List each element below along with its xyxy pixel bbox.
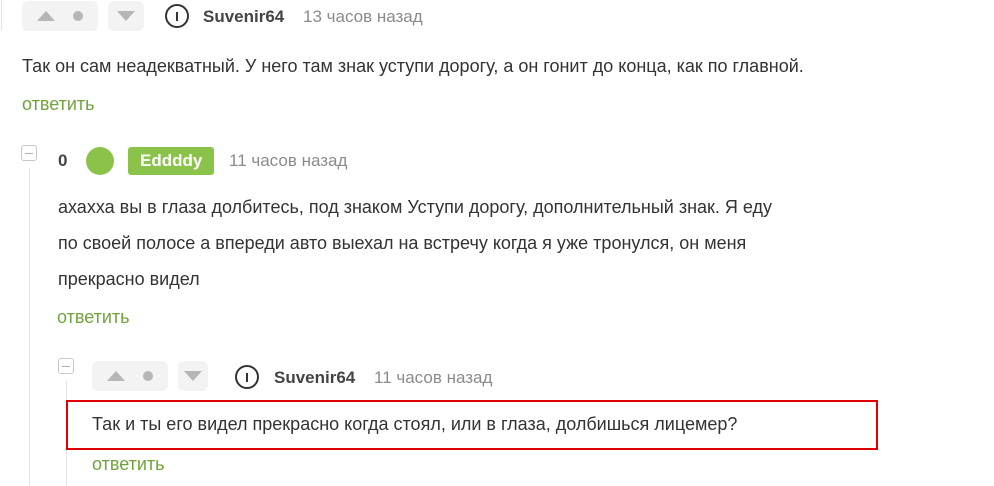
comment-text: Так он сам неадекватный. У него там знак… <box>22 56 804 76</box>
vote-dot-icon <box>143 371 153 381</box>
user-avatar-icon[interactable] <box>235 365 259 389</box>
collapse-button[interactable] <box>58 358 74 374</box>
downvote-button[interactable] <box>108 1 144 31</box>
user-avatar[interactable] <box>86 147 114 175</box>
comment-time[interactable]: 11 часов назад <box>229 151 347 171</box>
author-badge[interactable]: Eddddy <box>128 147 215 175</box>
comment-time[interactable]: 11 часов назад <box>374 368 492 388</box>
thread-line <box>1 0 2 30</box>
reply-link[interactable]: ответить <box>57 307 130 328</box>
comment-text-line: по своей полосе а впереди авто выехал на… <box>58 233 747 253</box>
vote-group <box>22 1 98 31</box>
upvote-icon[interactable] <box>37 11 55 21</box>
thread-line <box>29 168 30 486</box>
vote-bar <box>92 361 208 391</box>
collapse-button[interactable] <box>21 145 37 161</box>
upvote-icon[interactable] <box>107 371 125 381</box>
comment-text-line: прекрасно видел <box>58 269 200 289</box>
vote-dot-icon <box>73 11 83 21</box>
downvote-button[interactable] <box>178 361 208 391</box>
comment-text-line: ахахха вы в глаза долбитесь, под знаком … <box>58 197 773 217</box>
comment-rating: 0 <box>58 151 68 170</box>
comment-text: Так и ты его видел прекрасно когда стоял… <box>92 414 738 434</box>
downvote-icon <box>117 11 135 21</box>
vote-bar <box>22 1 144 31</box>
comment-time[interactable]: 13 часов назад <box>303 7 423 27</box>
comment-author[interactable]: Suvenir64 <box>203 7 284 27</box>
reply-link[interactable]: ответить <box>22 94 95 115</box>
comment-author[interactable]: Suvenir64 <box>274 368 355 388</box>
vote-group <box>92 361 168 391</box>
downvote-icon <box>184 371 202 381</box>
reply-link[interactable]: ответить <box>92 454 165 475</box>
user-avatar-icon[interactable] <box>165 4 189 28</box>
